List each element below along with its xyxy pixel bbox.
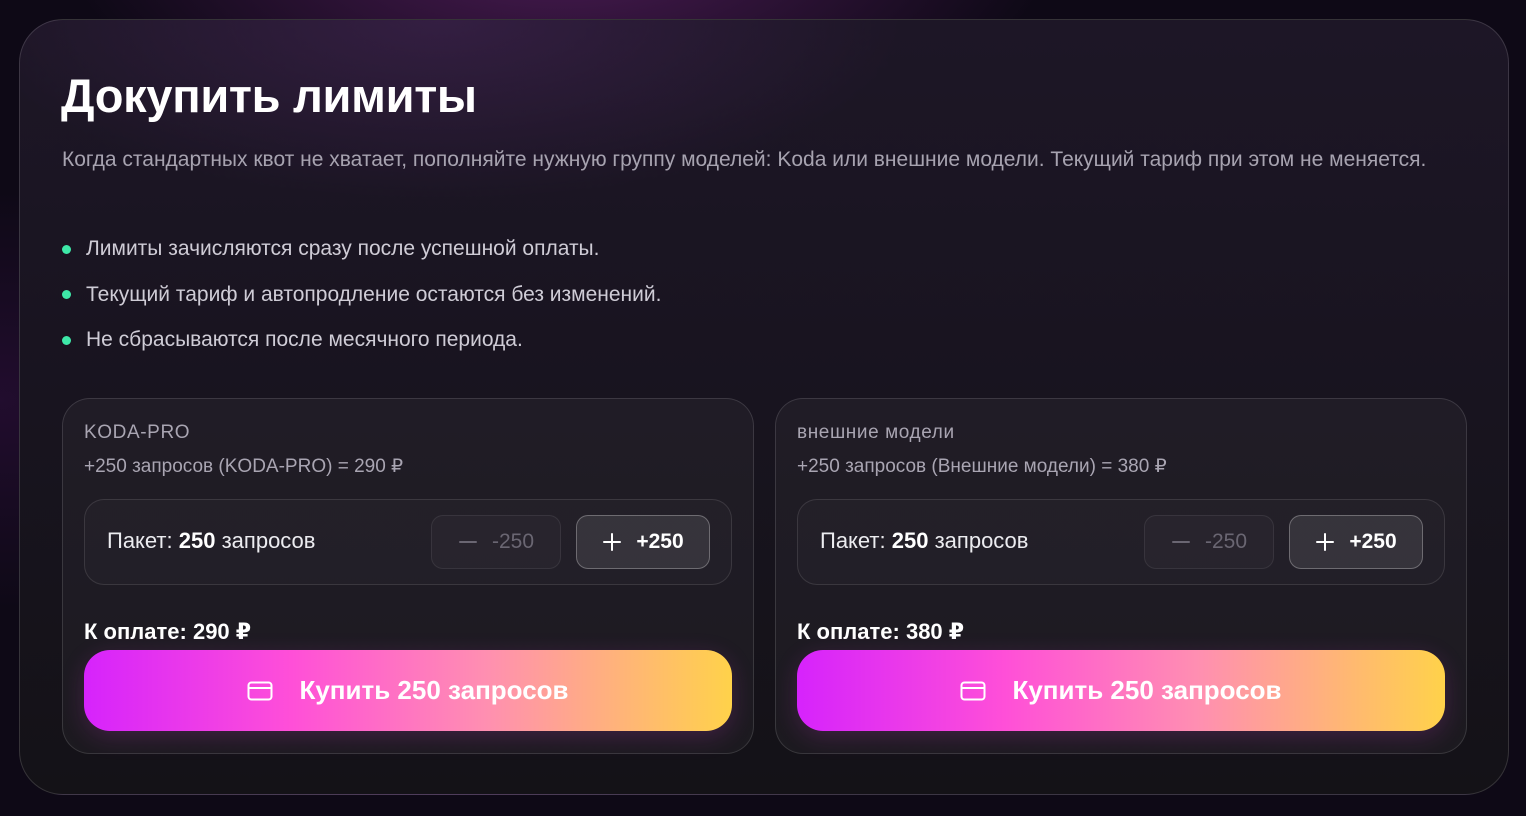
package-prefix: Пакет: [820, 528, 886, 553]
benefit-text: Текущий тариф и автопродление остаются б… [86, 282, 662, 306]
bullet-dot-icon [62, 290, 71, 299]
increase-label: +250 [1349, 530, 1397, 553]
benefits-list: Лимиты зачисляются сразу после успешной … [62, 234, 661, 371]
package-selector: Пакет: 250 запросов -250 +250 [84, 499, 732, 585]
increase-label: +250 [636, 530, 684, 553]
bullet-dot-icon [62, 335, 71, 345]
card-subtitle: +250 запросов (KODA-PRO) = 290 ₽ [84, 456, 404, 477]
payment-label: К оплате: [84, 619, 187, 644]
koda-pro-card: KODA-PRO +250 запросов (KODA-PRO) = 290 … [62, 398, 754, 754]
decrease-label: -250 [491, 530, 535, 553]
card-name: KODA-PRO [84, 422, 191, 443]
package-count: 250 [891, 528, 929, 553]
credit-card-icon [247, 681, 273, 700]
package-suffix: запросов [221, 528, 316, 553]
external-models-card: внешние модели +250 запросов (Внешние мо… [775, 398, 1467, 754]
increase-package-button[interactable]: +250 [576, 515, 710, 569]
minus-icon [458, 541, 477, 543]
payment-total: К оплате: 290 ₽ [84, 619, 251, 645]
buy-limits-panel: Докупить лимиты Когда стандартных квот н… [19, 19, 1509, 795]
package-label: Пакет: 250 запросов [107, 528, 315, 554]
bullet-dot-icon [62, 244, 71, 254]
buy-label: Купить 250 запросов [1012, 675, 1282, 705]
card-subtitle: +250 запросов (Внешние модели) = 380 ₽ [797, 456, 1167, 477]
decrease-label: -250 [1204, 530, 1248, 553]
package-prefix: Пакет: [107, 528, 173, 553]
payment-label: К оплате: [797, 619, 900, 644]
buy-requests-button[interactable]: Купить 250 запросов [797, 650, 1445, 731]
plus-icon [603, 533, 622, 551]
benefit-text: Не сбрасываются после месячного периода. [86, 328, 523, 351]
package-count: 250 [178, 528, 216, 553]
payment-total: К оплате: 380 ₽ [797, 619, 964, 645]
benefit-item: Не сбрасываются после месячного периода. [62, 325, 661, 355]
payment-value: 380 ₽ [905, 619, 965, 644]
decrease-package-button[interactable]: -250 [1144, 515, 1274, 569]
payment-value: 290 ₽ [192, 619, 252, 644]
page-description: Когда стандартных квот не хватает, попол… [62, 148, 1427, 171]
benefit-item: Лимиты зачисляются сразу после успешной … [62, 234, 661, 264]
page-title: Докупить лимиты [61, 69, 477, 122]
package-selector: Пакет: 250 запросов -250 +250 [797, 499, 1445, 585]
credit-card-icon [960, 681, 986, 700]
package-label: Пакет: 250 запросов [820, 528, 1028, 554]
plus-icon [1316, 533, 1335, 551]
buy-label: Купить 250 запросов [299, 675, 569, 705]
increase-package-button[interactable]: +250 [1289, 515, 1423, 569]
decrease-package-button[interactable]: -250 [431, 515, 561, 569]
benefit-text: Лимиты зачисляются сразу после успешной … [86, 237, 600, 260]
buy-requests-button[interactable]: Купить 250 запросов [84, 650, 732, 731]
card-name: внешние модели [797, 422, 955, 443]
minus-icon [1171, 541, 1190, 543]
package-suffix: запросов [934, 528, 1029, 553]
benefit-item: Текущий тариф и автопродление остаются б… [62, 280, 661, 310]
